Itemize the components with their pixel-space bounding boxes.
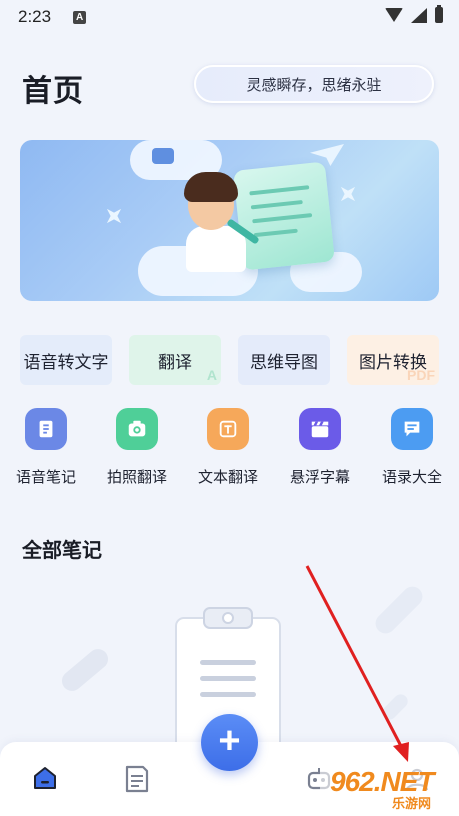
quick-translate[interactable]: 翻译 A	[129, 335, 221, 385]
camera-icon	[116, 408, 158, 450]
corner-badge: A	[206, 367, 217, 383]
quick-label: 翻译	[158, 352, 192, 372]
person-illustration	[186, 226, 246, 272]
status-icons	[385, 5, 443, 23]
corner-badge: PDF	[407, 367, 435, 383]
signal-icon	[411, 7, 427, 23]
text-translate-icon	[207, 408, 249, 450]
tool-quotes[interactable]: 语录大全	[366, 408, 458, 487]
notes-icon[interactable]	[124, 764, 150, 794]
tool-label: 拍照翻译	[106, 469, 167, 486]
tool-label: 语录大全	[381, 469, 442, 486]
tool-label: 语音笔记	[15, 469, 76, 486]
page-title: 首页	[22, 75, 84, 108]
status-bar: 2:23 A	[0, 0, 459, 34]
clapperboard-icon	[299, 408, 341, 450]
quick-image-convert[interactable]: 图片转换 PDF	[347, 335, 439, 385]
notification-icon: A	[73, 10, 87, 24]
tool-label: 文本翻译	[197, 469, 258, 486]
quick-label: 思维导图	[250, 352, 318, 372]
sparkle-icon	[334, 180, 362, 208]
person-hair	[184, 172, 238, 202]
tool-label: 悬浮字幕	[289, 469, 350, 486]
home-icon[interactable]	[31, 764, 59, 792]
tool-voice-note[interactable]: 语音笔记	[0, 408, 92, 487]
hero-banner[interactable]	[20, 140, 439, 301]
quick-actions: 语音转文字 翻译 A 思维导图 图片转换 PDF	[20, 335, 439, 385]
add-note-button[interactable]: +	[201, 714, 258, 771]
quick-label: 语音转文字	[23, 352, 109, 372]
status-time: 2:23	[18, 7, 52, 26]
plus-icon: +	[218, 720, 241, 762]
wifi-icon	[385, 8, 403, 22]
quick-speech-to-text[interactable]: 语音转文字	[20, 335, 112, 385]
tool-floating-subtitles[interactable]: 悬浮字幕	[274, 408, 366, 487]
chat-icon	[152, 148, 174, 164]
quick-mind-map[interactable]: 思维导图	[238, 335, 330, 385]
quote-message-icon	[391, 408, 433, 450]
tool-photo-translate[interactable]: 拍照翻译	[91, 408, 183, 487]
slogan-pill[interactable]: 灵感瞬存，思绪永驻	[194, 65, 434, 103]
watermark-sub: 乐游网	[392, 796, 432, 811]
notes-section-title: 全部笔记	[22, 540, 102, 562]
voice-note-icon	[25, 408, 67, 450]
tool-text-translate[interactable]: 文本翻译	[182, 408, 274, 487]
sparkle-icon	[100, 202, 128, 230]
note-card-illustration	[233, 161, 335, 271]
battery-icon	[435, 5, 443, 23]
